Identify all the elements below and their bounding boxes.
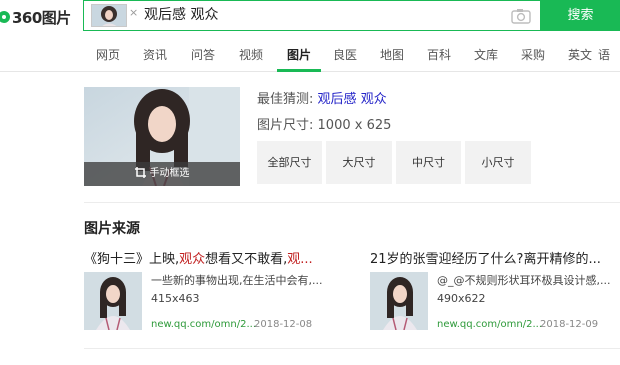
source-card-url[interactable]: new.qq.com/omn/2... (437, 319, 542, 330)
bottom-divider (84, 348, 620, 349)
header: 360图片 × 观后感 观众 搜索 (0, 0, 620, 36)
source-card-thumbnail[interactable] (84, 272, 142, 330)
tab-english[interactable]: 英文 (558, 36, 602, 71)
title-highlight: 观众 (179, 252, 206, 267)
active-tab-indicator (277, 69, 321, 72)
tab-map[interactable]: 地图 (370, 36, 414, 71)
query-image-thumbnail[interactable] (91, 4, 127, 27)
tab-more[interactable]: 语 (598, 36, 620, 71)
tab-baike[interactable]: 百科 (417, 36, 461, 71)
tab-wenku[interactable]: 文库 (464, 36, 508, 71)
sources-title: 图片来源 (84, 221, 140, 237)
title-text: 21岁的张雪迎经历了什么?离开精修的... (370, 252, 601, 267)
title-text: 《狗十三》上映, (84, 252, 180, 267)
source-card-title[interactable]: 21岁的张雪迎经历了什么?离开精修的... (370, 248, 610, 267)
logo[interactable]: 360图片 (0, 6, 71, 28)
manual-crop-button[interactable]: 手动框选 (84, 162, 240, 186)
source-card-title[interactable]: 《狗十三》上映,观众想看又不敢看,观... (84, 248, 324, 267)
tab-purchase[interactable]: 采购 (511, 36, 555, 71)
crop-icon (134, 167, 146, 178)
source-card-dimensions: 490x622 (437, 292, 486, 305)
best-guess-label: 最佳猜测: (257, 92, 314, 107)
query-image-preview[interactable]: 手动框选 (84, 87, 240, 186)
remove-image-icon[interactable]: × (129, 5, 138, 21)
large-size-button[interactable]: 大尺寸 (326, 141, 392, 184)
logo-text: 360图片 (12, 8, 71, 27)
search-box[interactable]: × 观后感 观众 (83, 0, 541, 31)
image-size-value: 1000 x 625 (317, 118, 392, 133)
title-highlight: 观... (287, 252, 313, 267)
source-card: 21岁的张雪迎经历了什么?离开精修的... @_@不规则形状耳环极具设计感,..… (370, 248, 611, 338)
source-card-date: 2018-12-09 (540, 319, 599, 330)
logo-ring-icon (0, 11, 10, 23)
tab-web[interactable]: 网页 (86, 36, 130, 71)
medium-size-button[interactable]: 中尺寸 (396, 141, 461, 184)
camera-icon[interactable] (511, 8, 531, 24)
image-size-line: 图片尺寸: 1000 x 625 (257, 114, 391, 133)
tab-news[interactable]: 资讯 (133, 36, 177, 71)
source-card: 《狗十三》上映,观众想看又不敢看,观... 一些新的事物出现,在生活中会有,..… (84, 248, 324, 338)
section-divider (84, 202, 620, 203)
source-card-description: 一些新的事物出现,在生活中会有,... (151, 274, 323, 287)
manual-crop-label: 手动框选 (149, 168, 190, 179)
source-card-dimensions: 415x463 (151, 292, 200, 305)
source-card-date: 2018-12-08 (254, 319, 313, 330)
best-guess-line: 最佳猜测: 观后感 观众 (257, 88, 387, 107)
source-card-description: @_@不规则形状耳环极具设计感,... (437, 274, 611, 287)
best-guess-term-1[interactable]: 观后感 (318, 92, 357, 107)
small-size-button[interactable]: 小尺寸 (465, 141, 531, 184)
title-text: 想看又不敢看, (205, 252, 288, 267)
search-input[interactable]: 观后感 观众 (144, 1, 218, 30)
source-card-url[interactable]: new.qq.com/omn/2... (151, 319, 256, 330)
best-guess-term-2[interactable]: 观众 (361, 92, 387, 107)
nav-bar: 网页 资讯 问答 视频 图片 良医 地图 百科 文库 采购 英文 语 (0, 36, 620, 72)
tab-images[interactable]: 图片 (277, 36, 321, 71)
image-size-label: 图片尺寸: (257, 118, 314, 133)
tab-qa[interactable]: 问答 (181, 36, 225, 71)
all-sizes-button[interactable]: 全部尺寸 (257, 141, 322, 184)
tab-video[interactable]: 视频 (229, 36, 273, 71)
source-card-thumbnail[interactable] (370, 272, 428, 330)
search-button[interactable]: 搜索 (541, 0, 620, 31)
tab-doctor[interactable]: 良医 (323, 36, 367, 71)
